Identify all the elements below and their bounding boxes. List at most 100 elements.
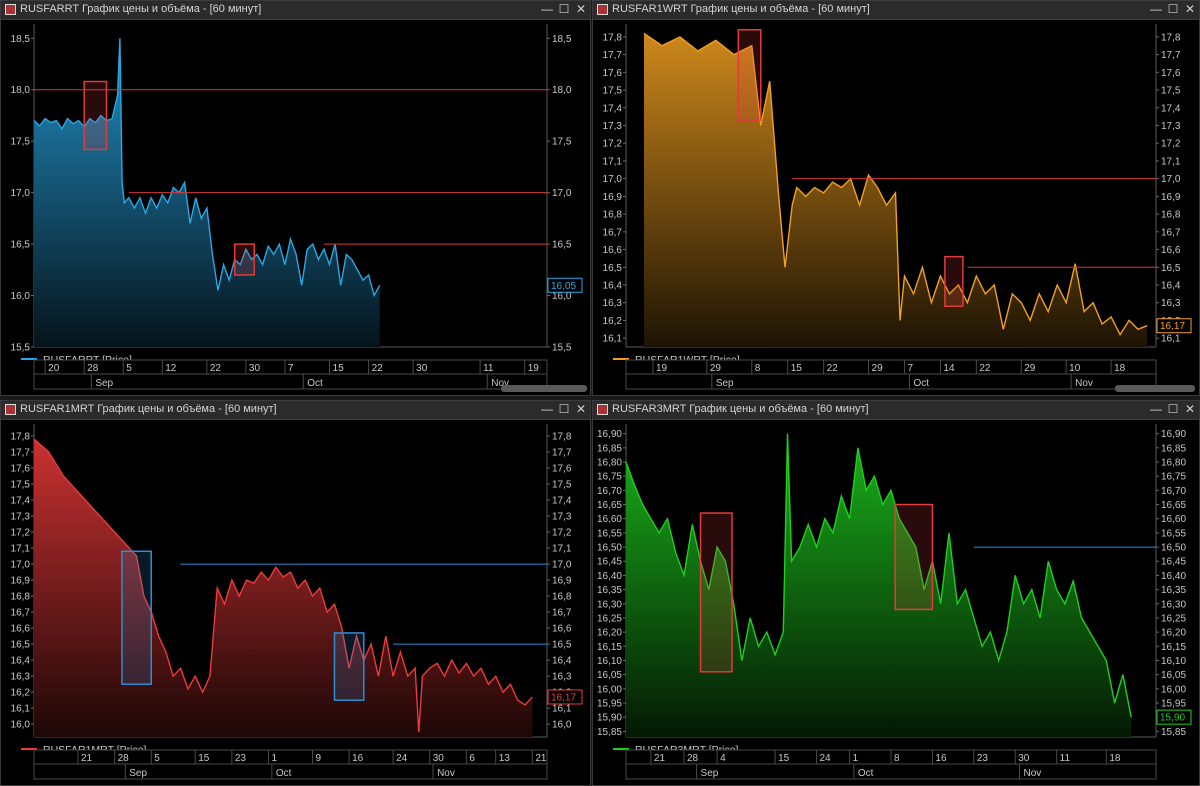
y-tick-label-right: 16,30 bbox=[1161, 599, 1186, 610]
y-tick-label-left: 17,3 bbox=[603, 121, 623, 132]
y-tick-label-right: 18,0 bbox=[552, 85, 572, 96]
maximize-icon[interactable]: ☐ bbox=[557, 402, 571, 417]
x-tick-label: 30 bbox=[416, 363, 428, 374]
month-label: Oct bbox=[858, 768, 874, 779]
x-tick-label: 21 bbox=[535, 753, 547, 764]
y-tick-label-left: 16,85 bbox=[597, 443, 622, 454]
last-value-label: 16,05 bbox=[551, 281, 576, 292]
x-tick-label: 7 bbox=[907, 363, 913, 374]
chart-app-icon[interactable] bbox=[597, 4, 608, 15]
y-tick-label-left: 16,35 bbox=[597, 585, 622, 596]
x-tick-label: 23 bbox=[977, 753, 989, 764]
window-titlebar[interactable]: RUSFARRT График цены и объёма - [60 мину… bbox=[1, 1, 590, 20]
y-tick-label-right: 16,50 bbox=[1161, 543, 1186, 554]
minimize-icon[interactable]: — bbox=[1149, 402, 1163, 417]
y-tick-label-right: 16,85 bbox=[1161, 443, 1186, 454]
x-tick-label: 28 bbox=[87, 363, 99, 374]
x-tick-label: 15 bbox=[198, 753, 210, 764]
chart-window-rusfar3mrt: RUSFAR3MRT График цены и объёма - [60 ми… bbox=[592, 400, 1200, 786]
chart-app-icon[interactable] bbox=[5, 404, 16, 415]
y-tick-label-left: 16,45 bbox=[597, 557, 622, 568]
y-tick-label-left: 16,9 bbox=[11, 576, 31, 587]
y-tick-label-left: 16,65 bbox=[597, 500, 622, 511]
y-tick-label-right: 17,5 bbox=[1161, 86, 1181, 97]
x-tick-label: 22 bbox=[372, 363, 384, 374]
y-tick-label-right: 17,6 bbox=[1161, 68, 1181, 79]
y-tick-label-left: 16,2 bbox=[603, 316, 623, 327]
x-tick-label: 10 bbox=[1069, 363, 1081, 374]
y-tick-label-left: 17,6 bbox=[603, 68, 623, 79]
y-tick-label-right: 16,25 bbox=[1161, 613, 1186, 624]
y-tick-label-left: 17,0 bbox=[11, 560, 31, 571]
y-tick-label-left: 17,5 bbox=[603, 86, 623, 97]
minimize-icon[interactable]: — bbox=[540, 2, 554, 17]
price-chart-rusfar1wrt[interactable]: 16,116,116,216,216,316,316,416,416,516,5… bbox=[593, 20, 1199, 395]
horizontal-scrollbar[interactable] bbox=[1115, 385, 1195, 392]
y-tick-label-left: 16,5 bbox=[11, 240, 31, 251]
horizontal-scrollbar[interactable] bbox=[501, 385, 587, 392]
y-tick-label-right: 16,4 bbox=[552, 656, 572, 667]
y-tick-label-left: 16,20 bbox=[597, 628, 622, 639]
y-tick-label-left: 16,8 bbox=[11, 592, 31, 603]
y-tick-label-right: 17,0 bbox=[552, 188, 572, 199]
close-icon[interactable]: ✕ bbox=[574, 2, 588, 17]
month-label: Nov bbox=[1075, 378, 1093, 389]
y-tick-label-left: 16,60 bbox=[597, 514, 622, 525]
y-tick-label-right: 17,2 bbox=[1161, 139, 1181, 150]
minimize-icon[interactable]: — bbox=[1149, 2, 1163, 17]
y-tick-label-right: 16,5 bbox=[1161, 263, 1181, 274]
y-tick-label-left: 17,1 bbox=[603, 156, 623, 167]
x-tick-label: 21 bbox=[81, 753, 93, 764]
maximize-icon[interactable]: ☐ bbox=[1166, 2, 1180, 17]
price-area bbox=[644, 33, 1147, 348]
y-tick-label-right: 16,65 bbox=[1161, 500, 1186, 511]
y-tick-label-right: 16,20 bbox=[1161, 628, 1186, 639]
y-tick-label-left: 16,7 bbox=[603, 227, 623, 238]
y-tick-label-left: 18,0 bbox=[11, 85, 31, 96]
x-tick-label: 1 bbox=[272, 753, 278, 764]
y-tick-label-left: 17,2 bbox=[603, 139, 623, 150]
maximize-icon[interactable]: ☐ bbox=[557, 2, 571, 17]
x-tick-label: 19 bbox=[528, 363, 540, 374]
close-icon[interactable]: ✕ bbox=[1183, 2, 1197, 17]
y-tick-label-right: 16,6 bbox=[552, 624, 572, 635]
x-tick-label: 20 bbox=[48, 363, 60, 374]
y-tick-label-right: 16,4 bbox=[1161, 280, 1181, 291]
price-chart-rusfarrt[interactable]: 15,5 15,516,0 16,016,5 16,517,0 17,017,5 17,5… bbox=[1, 20, 590, 395]
y-tick-label-right: 17,0 bbox=[1161, 174, 1181, 185]
y-tick-label-right: 16,9 bbox=[552, 576, 572, 587]
window-titlebar[interactable]: RUSFAR1WRT График цены и объёма - [60 ми… bbox=[593, 1, 1199, 20]
maximize-icon[interactable]: ☐ bbox=[1166, 402, 1180, 417]
window-titlebar[interactable]: RUSFAR1MRT График цены и объёма - [60 ми… bbox=[1, 401, 590, 420]
y-tick-label-left: 17,8 bbox=[603, 32, 623, 43]
window-titlebar[interactable]: RUSFAR3MRT График цены и объёма - [60 ми… bbox=[593, 401, 1199, 420]
x-tick-label: 23 bbox=[235, 753, 247, 764]
window-title: RUSFAR1MRT График цены и объёма - [60 ми… bbox=[20, 403, 277, 415]
y-tick-label-left: 17,3 bbox=[11, 512, 31, 523]
y-tick-label-right: 15,5 bbox=[552, 343, 572, 354]
y-tick-label-left: 16,2 bbox=[11, 688, 31, 699]
y-tick-label-right: 17,1 bbox=[552, 544, 572, 555]
y-tick-label-left: 16,7 bbox=[11, 608, 31, 619]
chart-app-icon[interactable] bbox=[5, 4, 16, 15]
y-tick-label-left: 16,1 bbox=[603, 334, 623, 345]
minimize-icon[interactable]: — bbox=[540, 402, 554, 417]
y-tick-label-left: 16,5 bbox=[11, 640, 31, 651]
y-tick-label-left: 16,8 bbox=[603, 210, 623, 221]
y-tick-label-right: 17,7 bbox=[552, 448, 572, 459]
price-chart-rusfar1mrt[interactable]: 16,016,016,116,116,216,216,316,316,416,4… bbox=[1, 420, 590, 785]
chart-app-icon[interactable] bbox=[597, 404, 608, 415]
y-tick-label-left: 16,15 bbox=[597, 642, 622, 653]
price-chart-rusfar3mrt[interactable]: 15,85 15,85 15,90 15,90 15,95 15,95 16,00 16,00… bbox=[593, 420, 1199, 785]
y-tick-label-left: 16,30 bbox=[597, 599, 622, 610]
price-area bbox=[34, 439, 533, 737]
x-tick-label: 18 bbox=[1109, 753, 1121, 764]
y-tick-label-left: 16,4 bbox=[603, 280, 623, 291]
x-tick-label: 7 bbox=[288, 363, 294, 374]
y-tick-label-right: 16,15 bbox=[1161, 642, 1186, 653]
close-icon[interactable]: ✕ bbox=[1183, 402, 1197, 417]
close-icon[interactable]: ✕ bbox=[574, 402, 588, 417]
x-tick-label: 29 bbox=[710, 363, 722, 374]
highlight-box bbox=[737, 29, 762, 121]
month-label: Sep bbox=[701, 768, 719, 779]
